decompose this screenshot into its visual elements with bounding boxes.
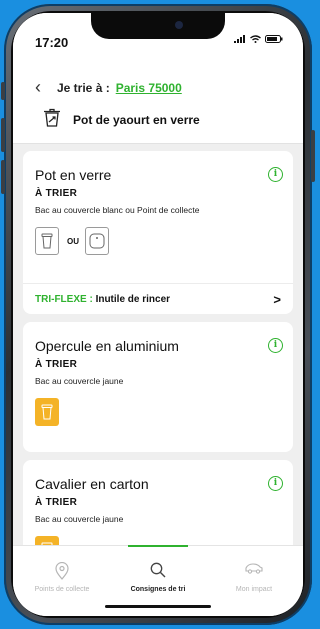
tri-flexe-label: TRI-FLEXE : Inutile de rincer xyxy=(35,294,170,305)
signal-icon xyxy=(234,35,245,43)
info-icon[interactable]: i xyxy=(268,338,283,353)
app-screen: 17:20 ‹ Je trie à : Paris 75000 Pot de y… xyxy=(13,13,303,616)
or-label: OU xyxy=(67,237,79,246)
card-description: Bac au couvercle jaune xyxy=(35,376,124,386)
card-title: Opercule en aluminium xyxy=(35,338,179,354)
sorting-instructions: Pot en verre i À TRIER Bac au couvercle … xyxy=(13,144,303,546)
city-selector: Je trie à : Paris 75000 xyxy=(57,81,182,95)
active-tab-indicator xyxy=(128,545,188,547)
volume-down-button xyxy=(1,160,5,194)
card-opercule: Opercule en aluminium i À TRIER Bac au c… xyxy=(23,322,293,452)
city-link[interactable]: Paris 75000 xyxy=(116,81,182,95)
card-cavalier: Cavalier en carton i À TRIER Bac au couv… xyxy=(23,460,293,546)
map-pin-icon xyxy=(55,562,69,580)
tab-label: Mon impact xyxy=(235,586,273,593)
sort-status: À TRIER xyxy=(35,359,78,370)
home-indicator[interactable] xyxy=(105,605,211,608)
sort-status: À TRIER xyxy=(35,188,78,199)
recycle-bin-icon xyxy=(44,108,60,127)
info-icon[interactable]: i xyxy=(268,167,283,182)
volume-up-button xyxy=(1,118,5,152)
battery-icon xyxy=(265,35,283,43)
wifi-icon xyxy=(250,35,261,43)
trie-label: Je trie à : xyxy=(57,81,110,95)
search-icon xyxy=(150,562,166,578)
bottom-tab-bar: Points de collecte Consignes de tri Mon … xyxy=(13,545,303,616)
tab-mon-impact[interactable]: Mon impact xyxy=(206,546,302,606)
mute-switch xyxy=(1,82,5,100)
tab-points-de-collecte[interactable]: Points de collecte xyxy=(14,546,110,606)
card-description: Bac au couvercle jaune xyxy=(35,514,124,524)
tri-flexe-text: Inutile de rincer xyxy=(95,294,171,305)
product-name: Pot de yaourt en verre xyxy=(73,113,200,127)
phone-notch xyxy=(91,13,225,39)
chevron-left-icon[interactable]: ‹ xyxy=(35,77,41,98)
power-button xyxy=(311,130,315,182)
sort-status: À TRIER xyxy=(35,497,78,508)
yellow-bin-icon xyxy=(35,398,59,426)
car-icon xyxy=(245,563,263,574)
tab-consignes-de-tri[interactable]: Consignes de tri xyxy=(110,545,206,606)
front-camera xyxy=(175,21,183,29)
tri-flexe-row[interactable]: TRI-FLEXE : Inutile de rincer > xyxy=(23,283,293,315)
card-pot-en-verre: Pot en verre i À TRIER Bac au couvercle … xyxy=(23,151,293,314)
chevron-right-icon: > xyxy=(273,292,281,307)
white-bin-icon xyxy=(35,227,59,255)
card-description: Bac au couvercle blanc ou Point de colle… xyxy=(35,205,200,215)
card-title: Cavalier en carton xyxy=(35,476,149,492)
app-header: ‹ Je trie à : Paris 75000 Pot de yaourt e… xyxy=(13,47,303,144)
info-icon[interactable]: i xyxy=(268,476,283,491)
tri-flexe-prefix: TRI-FLEXE : xyxy=(35,294,93,305)
collection-point-icon xyxy=(85,227,109,255)
card-title: Pot en verre xyxy=(35,167,112,183)
tab-label: Points de collecte xyxy=(34,586,90,593)
tab-label: Consignes de tri xyxy=(130,586,186,593)
status-icons xyxy=(234,35,283,43)
